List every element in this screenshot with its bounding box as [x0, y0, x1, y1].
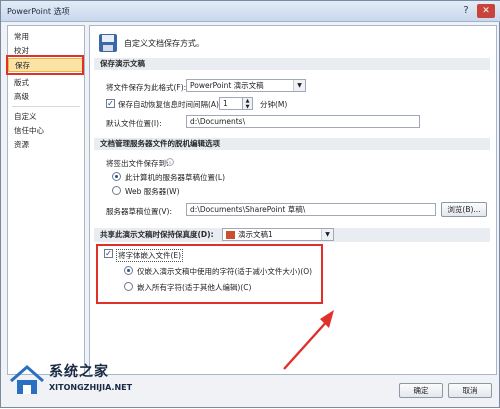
cancel-button[interactable]: 取消 — [448, 383, 492, 398]
watermark-url: XITONGZHIJIA.NET — [49, 383, 133, 392]
site-logo-icon — [10, 365, 44, 394]
options-dialog: PowerPoint 选项 ? ✕ 常用 校对 保存 版式 高级 自定义 信任中… — [0, 0, 500, 408]
watermark: 系统之家 XITONGZHIJIA.NET — [9, 359, 179, 403]
watermark-name: 系统之家 — [49, 364, 109, 380]
red-arrow-icon — [283, 310, 334, 370]
ok-button[interactable]: 确定 — [399, 383, 443, 398]
